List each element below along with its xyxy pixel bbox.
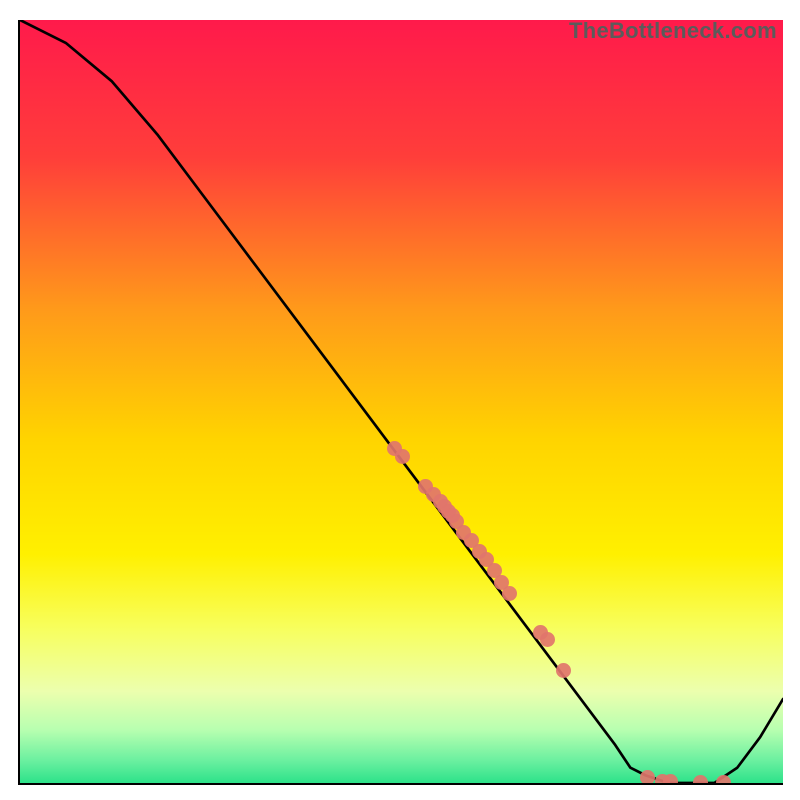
plot-area: TheBottleneck.com xyxy=(18,20,783,785)
data-point xyxy=(556,663,571,678)
chart-line xyxy=(20,20,783,783)
data-point xyxy=(640,770,655,785)
watermark-text: TheBottleneck.com xyxy=(569,20,777,44)
chart-container: { "watermark": "TheBottleneck.com", "col… xyxy=(0,0,800,800)
data-point xyxy=(395,449,410,464)
data-point xyxy=(716,775,731,785)
data-point xyxy=(663,774,678,785)
data-point xyxy=(693,775,708,785)
